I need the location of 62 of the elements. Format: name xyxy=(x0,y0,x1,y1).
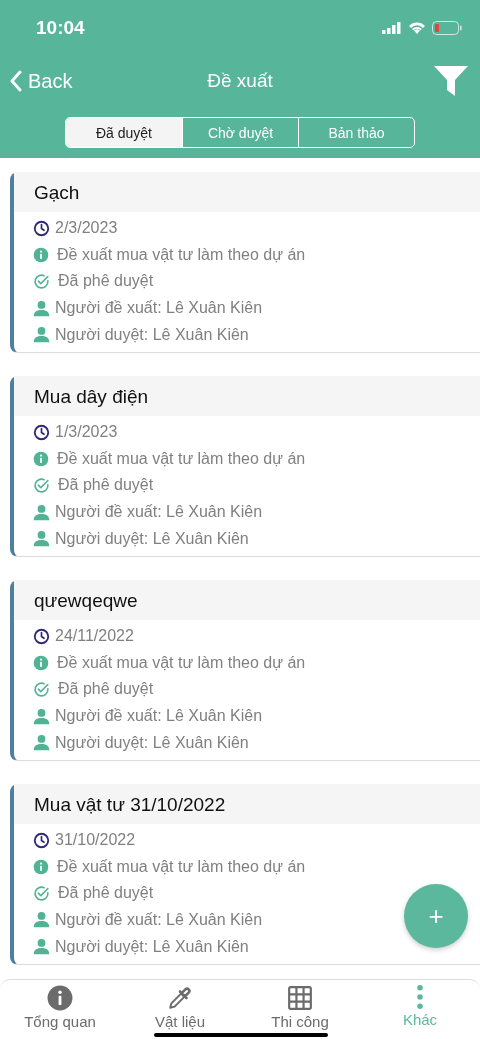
detail-text: Đề xuất mua vật tư làm theo dự án xyxy=(57,653,306,672)
detail-text: Người duyệt: Lê Xuân Kiên xyxy=(55,325,249,344)
detail-text: Đã phê duyệt xyxy=(58,476,154,495)
detail-text: Người duyệt: Lê Xuân Kiên xyxy=(55,529,249,548)
tab-bar-item[interactable]: Vật liệu xyxy=(125,985,235,1033)
person-icon xyxy=(33,707,50,725)
detail-text: Đã phê duyệt xyxy=(58,272,154,291)
clock-icon xyxy=(33,627,50,645)
card-title: qưewqeqwe xyxy=(14,579,480,620)
check-circle-icon xyxy=(33,884,50,902)
person-icon xyxy=(33,530,50,548)
detail-text: Đề xuất mua vật tư làm theo dự án xyxy=(57,857,306,876)
filter-icon[interactable] xyxy=(434,66,468,96)
detail-text: Người duyệt: Lê Xuân Kiên xyxy=(55,733,249,752)
detail-text: Đã phê duyệt xyxy=(58,884,154,903)
person-icon xyxy=(33,938,50,956)
proposal-card[interactable]: Gạch 2/3/2023 Đề xuất mua vật tư làm theo dự án Đã phê duyệt Người đề xuất: Lê Xuân Kiên Người duyệt: Lê Xuân Kiên xyxy=(10,172,480,353)
person-icon xyxy=(33,299,50,317)
info-icon xyxy=(47,985,73,1011)
card-title: Gạch xyxy=(14,172,480,212)
tab-bar-item[interactable]: Tổng quan xyxy=(5,985,115,1033)
info-icon xyxy=(33,858,49,875)
info-icon xyxy=(33,246,49,263)
dropper-icon xyxy=(167,985,193,1011)
person-icon xyxy=(33,326,50,344)
check-circle-icon xyxy=(33,476,50,494)
card-title: Mua vật tư 31/10/2022 xyxy=(14,783,480,824)
segment-tab[interactable]: Đã duyệt xyxy=(66,118,182,147)
detail-text: Người đề xuất: Lê Xuân Kiên xyxy=(55,299,263,318)
clock-icon xyxy=(33,219,50,237)
proposal-card[interactable]: qưewqeqwe 24/11/2022 Đề xuất mua vật tư làm theo dự án Đã phê duyệt Người đề xuất: Lê Xuân Kiên Người duyệt: Lê Xuân Kiên xyxy=(10,579,480,761)
wifi-icon xyxy=(408,21,426,34)
detail-text: Người đề xuất: Lê Xuân Kiên xyxy=(55,503,263,522)
clock-icon xyxy=(33,423,50,441)
person-icon xyxy=(33,734,50,752)
page-title: Đề xuất xyxy=(207,70,273,92)
battery-icon xyxy=(432,20,462,35)
person-icon xyxy=(33,503,50,521)
date-text: 2/3/2023 xyxy=(55,219,118,238)
chevron-icon xyxy=(10,70,22,92)
detail-text: Đã phê duyệt xyxy=(58,680,154,699)
detail-text: Đề xuất mua vật tư làm theo dự án xyxy=(57,245,306,264)
detail-text: Người đề xuất: Lê Xuân Kiên xyxy=(55,911,263,929)
card-title: Mua dây điện xyxy=(14,375,480,416)
detail-text: Người duyệt: Lê Xuân Kiên xyxy=(55,937,249,956)
person-icon xyxy=(33,911,50,929)
status-time: 10:04 xyxy=(36,16,85,39)
date-text: 1/3/2023 xyxy=(55,423,118,442)
date-text: 31/10/2022 xyxy=(55,831,136,850)
info-icon xyxy=(33,654,49,671)
date-text: 24/11/2022 xyxy=(55,627,134,646)
signal-icon xyxy=(382,21,402,34)
more-icon xyxy=(417,985,423,1009)
check-circle-icon xyxy=(33,680,50,698)
tab-bar-item[interactable]: Thi công xyxy=(245,985,355,1033)
detail-text: Đề xuất mua vật tư làm theo dự án xyxy=(57,449,306,468)
info-icon xyxy=(33,450,49,467)
grid-icon xyxy=(287,985,313,1011)
detail-text: Người đề xuất: Lê Xuân Kiên xyxy=(55,707,263,725)
check-circle-icon xyxy=(33,273,50,290)
clock-icon xyxy=(33,831,50,849)
proposal-card[interactable]: Mua dây điện 1/3/2023 Đề xuất mua vật tư làm theo dự án Đã phê duyệt Người đề xuất: Lê Xuân Kiên Người duyệt: Lê Xuân Kiên xyxy=(10,375,480,557)
